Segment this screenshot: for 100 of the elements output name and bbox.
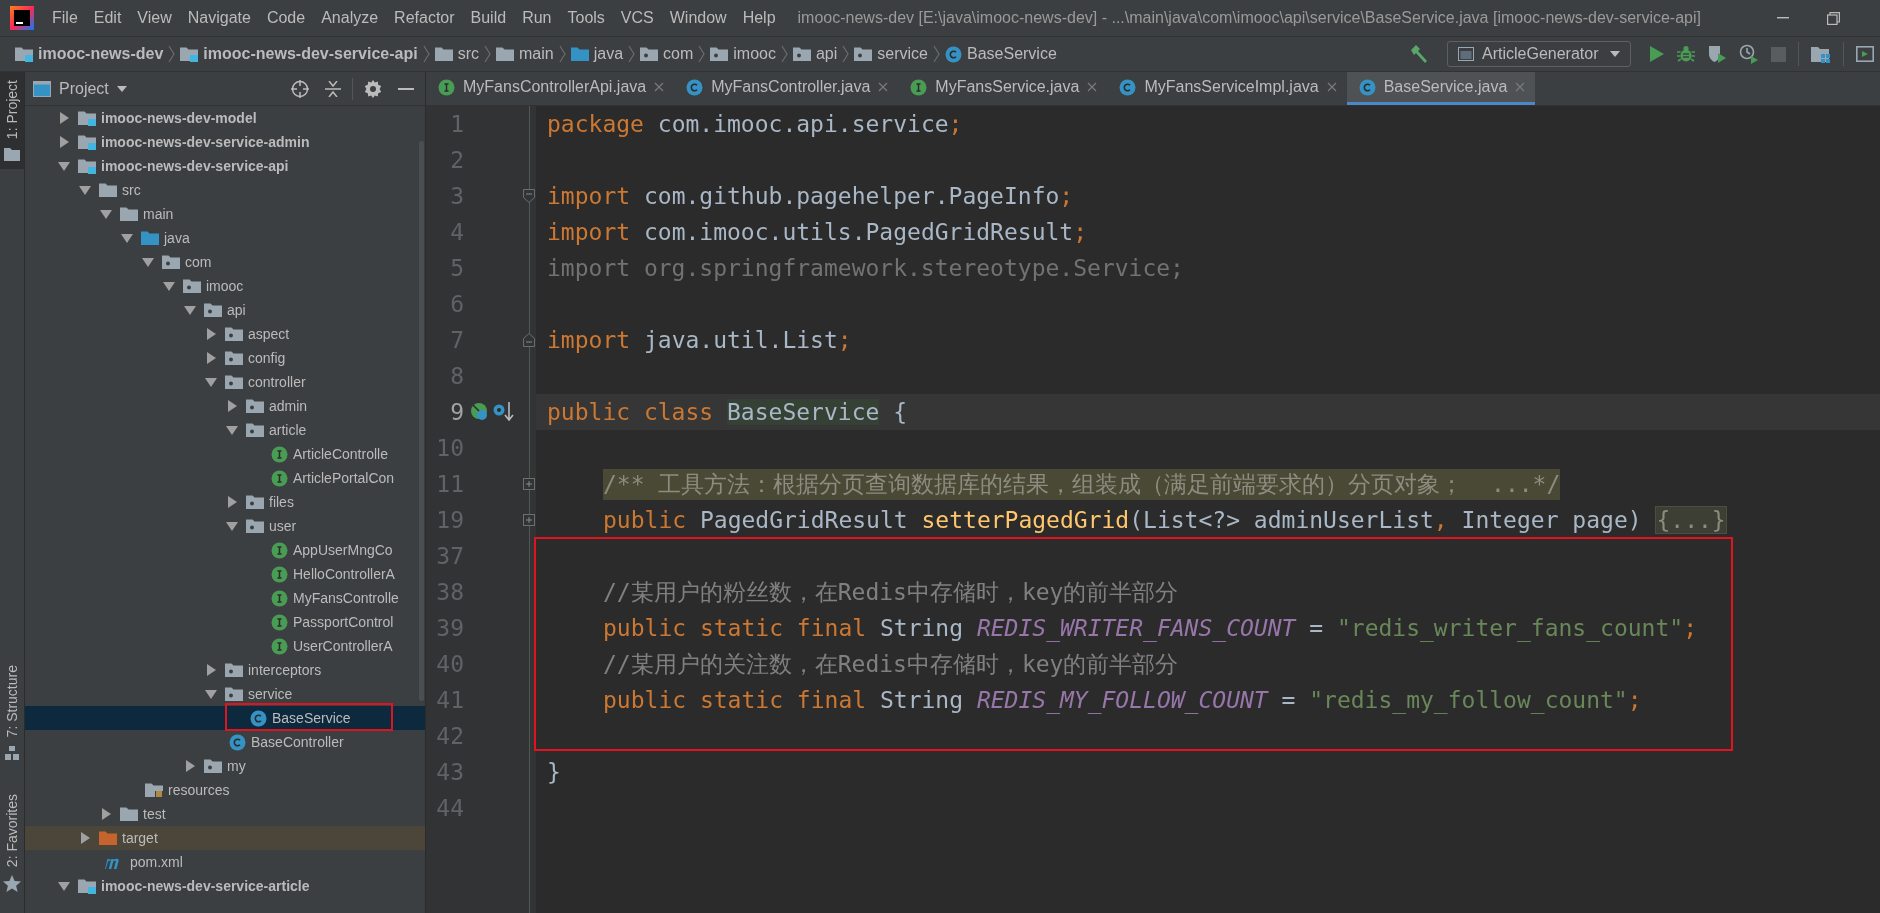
tree-item[interactable]: config	[25, 346, 425, 370]
window-icon	[1458, 47, 1474, 61]
breadcrumb[interactable]: imooc	[705, 40, 781, 68]
menu-item[interactable]: Code	[258, 4, 314, 32]
package-icon	[225, 350, 243, 366]
run-configuration-dropdown[interactable]: ArticleGenerator	[1447, 41, 1631, 67]
tree-item[interactable]: imooc-news-dev-model	[25, 106, 425, 130]
interface-icon	[271, 613, 288, 631]
breadcrumb[interactable]: com	[635, 40, 699, 68]
breadcrumb[interactable]: java	[565, 40, 629, 68]
menu-item[interactable]: Refactor	[386, 4, 463, 32]
tree-item[interactable]: BaseService	[25, 706, 425, 730]
tool-window-tab[interactable]: 7: Structure	[0, 657, 24, 768]
tree-item[interactable]: admin	[25, 394, 425, 418]
editor-tab[interactable]: MyFansService.java	[898, 72, 1108, 105]
tree-item[interactable]: src	[25, 178, 425, 202]
menu-item[interactable]: Build	[462, 4, 515, 32]
breadcrumb[interactable]: imooc-news-dev	[10, 40, 169, 68]
editor-tab[interactable]: MyFansControllerApi.java	[426, 72, 675, 105]
tree-item[interactable]: PassportControl	[25, 610, 425, 634]
tree-item[interactable]: imooc-news-dev-service-api	[25, 154, 425, 178]
editor-tab[interactable]: BaseService.java	[1346, 72, 1536, 105]
breadcrumb[interactable]: api	[787, 40, 843, 68]
caret-down-icon	[116, 85, 127, 92]
stop-icon	[1771, 46, 1786, 62]
tree-item[interactable]: ArticleControlle	[25, 442, 425, 466]
module-icon	[78, 878, 96, 894]
breadcrumb[interactable]: src	[429, 40, 484, 68]
folder-icon	[99, 182, 117, 198]
code-line: import java.util.List;	[546, 326, 853, 355]
menu-item[interactable]: File	[44, 4, 86, 32]
interface-icon	[271, 541, 288, 559]
tree-item[interactable]: service	[25, 682, 425, 706]
menu-item[interactable]: VCS	[612, 4, 662, 32]
tree-item[interactable]: main	[25, 202, 425, 226]
scrollbar[interactable]	[419, 141, 424, 701]
tree-item[interactable]: aspect	[25, 322, 425, 346]
folder-icon	[120, 806, 138, 822]
module-icon	[78, 134, 96, 150]
package-icon	[246, 398, 264, 414]
tree-item[interactable]: imooc-news-dev-service-admin	[25, 130, 425, 154]
menu-item[interactable]: Help	[734, 4, 784, 32]
tree-item[interactable]: UserControllerA	[25, 634, 425, 658]
editor-tab[interactable]: MyFansController.java	[674, 72, 899, 105]
tree-item[interactable]: AppUserMngCo	[25, 538, 425, 562]
tool-window-tab[interactable]: 2: Favorites	[0, 785, 24, 901]
menu-item[interactable]: Analyze	[313, 4, 387, 32]
tree-item[interactable]: pom.xml	[25, 850, 425, 874]
minimize-icon	[398, 87, 414, 90]
bug-icon	[1677, 45, 1695, 63]
menu-item[interactable]: Run	[514, 4, 560, 32]
tree-item[interactable]: imooc	[25, 274, 425, 298]
breadcrumb[interactable]: imooc-news-dev-service-api	[175, 40, 423, 68]
tree-item[interactable]: imooc-news-dev-service-article	[25, 874, 425, 898]
tree-item[interactable]: java	[25, 226, 425, 250]
chevron-right-icon	[558, 45, 566, 63]
code-line: import com.imooc.utils.PagedGridResult;	[546, 218, 1089, 247]
tree-item[interactable]: api	[25, 298, 425, 322]
panel-icon	[33, 80, 51, 97]
interface-icon	[271, 589, 288, 607]
run-icon	[1649, 45, 1665, 63]
tree-item[interactable]: controller	[25, 370, 425, 394]
folder-icon	[496, 46, 514, 62]
package-icon	[204, 758, 222, 774]
star-icon	[3, 875, 21, 893]
menu-item[interactable]: Edit	[85, 4, 130, 32]
tree-item[interactable]: my	[25, 754, 425, 778]
tree-item[interactable]: target	[25, 826, 425, 850]
tree-item[interactable]: BaseController	[25, 730, 425, 754]
editor-tab[interactable]: MyFansServiceImpl.java	[1107, 72, 1347, 105]
tree-item[interactable]: test	[25, 802, 425, 826]
package-icon	[225, 662, 243, 678]
project-view-dropdown[interactable]: Project	[33, 79, 127, 98]
package-icon	[710, 46, 729, 62]
interface-icon	[271, 445, 288, 463]
menu-item[interactable]: Tools	[559, 4, 613, 32]
menu-item[interactable]: View	[129, 4, 180, 32]
tree-item[interactable]: user	[25, 514, 425, 538]
chevron-right-icon	[698, 45, 706, 63]
close-icon	[1515, 82, 1526, 92]
tree-item[interactable]: interceptors	[25, 658, 425, 682]
package-icon	[246, 422, 264, 438]
tree-item[interactable]: resources	[25, 778, 425, 802]
tree-item[interactable]: article	[25, 418, 425, 442]
tree-item[interactable]: files	[25, 490, 425, 514]
tree-item[interactable]: MyFansControlle	[25, 586, 425, 610]
package-icon	[225, 326, 243, 342]
tree-item[interactable]: HelloControllerA	[25, 562, 425, 586]
code-line: public PagedGridResult setterPagedGrid(List<?> adminUserList, Integer page) {...}	[602, 505, 1728, 536]
breadcrumb[interactable]: BaseService	[940, 40, 1062, 68]
crosshair-icon	[291, 79, 309, 98]
tree-item[interactable]: ArticlePortalCon	[25, 466, 425, 490]
menu-item[interactable]: Window	[661, 4, 735, 32]
caret-down-icon	[1610, 51, 1620, 57]
menu-item[interactable]: Navigate	[179, 4, 259, 32]
breadcrumb[interactable]: service	[849, 40, 933, 68]
tool-window-tab[interactable]: 1: Project	[0, 72, 24, 170]
breadcrumb[interactable]: main	[491, 40, 559, 68]
resources-folder-icon	[145, 782, 163, 798]
tree-item[interactable]: com	[25, 250, 425, 274]
